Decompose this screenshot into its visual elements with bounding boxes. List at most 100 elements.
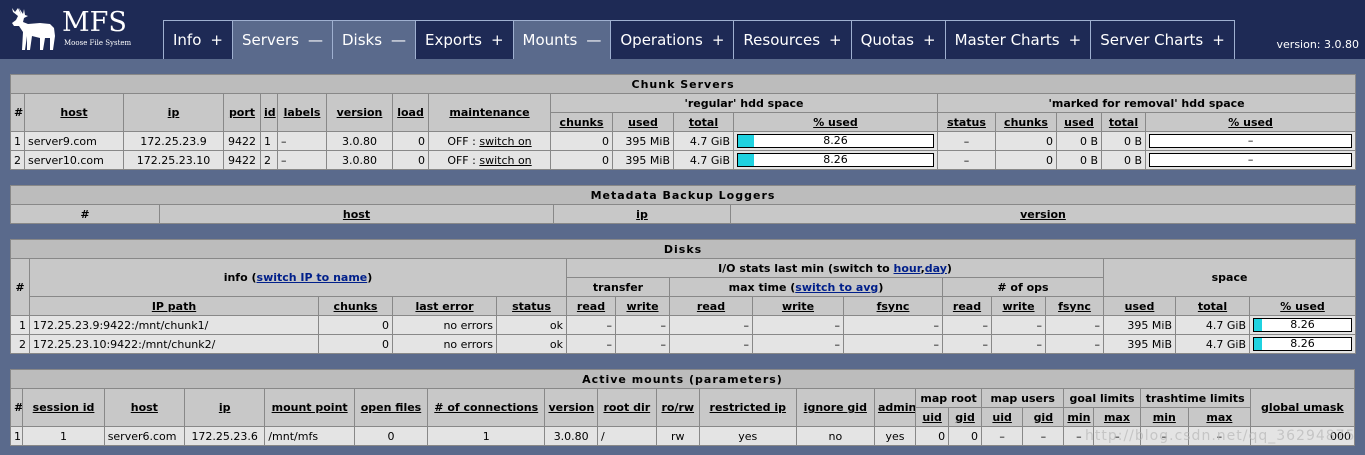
col-port[interactable]: port xyxy=(223,93,261,132)
row-transfer-read: – xyxy=(566,315,616,335)
row-trash-min: – xyxy=(1139,426,1190,446)
col-used[interactable]: used xyxy=(1103,296,1176,316)
col-chunks[interactable]: chunks xyxy=(550,112,613,132)
col-total[interactable]: total xyxy=(1175,296,1250,316)
tab-resources[interactable]: Resources + xyxy=(733,20,852,59)
row-num: 2 xyxy=(10,334,30,354)
col-maintenance[interactable]: maintenance xyxy=(428,93,551,132)
col-map-users-gid[interactable]: gid xyxy=(1022,407,1065,427)
tab-master-charts[interactable]: Master Charts + xyxy=(944,20,1092,59)
col-map-root-gid[interactable]: gid xyxy=(948,407,983,427)
row-total: 4.7 GiB xyxy=(1175,334,1250,354)
col-status[interactable]: status xyxy=(496,296,567,316)
col-admin[interactable]: admin xyxy=(873,388,917,427)
tab-exports[interactable]: Exports + xyxy=(415,20,514,59)
col-global-umask[interactable]: global umask xyxy=(1249,388,1356,427)
col-chunks[interactable]: chunks xyxy=(318,296,393,316)
col-restricted-ip[interactable]: restricted ip xyxy=(698,388,797,427)
col-transfer-read[interactable]: read xyxy=(566,296,616,316)
removal-usage-bar: – xyxy=(1149,134,1353,148)
col-maxtime-fsync[interactable]: fsync xyxy=(843,296,943,316)
row-root-dir: / xyxy=(596,426,657,446)
collapse-icon: — xyxy=(391,31,407,49)
switch-on-link[interactable]: switch on xyxy=(479,135,531,148)
day-link[interactable]: day xyxy=(925,262,947,275)
mfs-logo[interactable]: MFS Moose File System xyxy=(10,6,131,54)
col-removal-total[interactable]: total xyxy=(1101,112,1146,132)
tab-server-charts[interactable]: Server Charts + xyxy=(1090,20,1235,59)
row-ops-read: – xyxy=(942,334,992,354)
tab-label: Quotas xyxy=(860,31,914,49)
switch-on-link[interactable]: switch on xyxy=(479,154,531,167)
usage-bar-fill xyxy=(1254,319,1263,331)
col-host[interactable]: host xyxy=(103,388,186,427)
col-maxtime-write[interactable]: write xyxy=(752,296,844,316)
col-used[interactable]: used xyxy=(612,112,674,132)
col-load[interactable]: load xyxy=(392,93,429,132)
row-session-id: 1 xyxy=(22,426,105,446)
col-open-files[interactable]: open files xyxy=(353,388,429,427)
col-ops-write[interactable]: write xyxy=(991,296,1046,316)
col-version[interactable]: version xyxy=(326,93,393,132)
col-host[interactable]: host xyxy=(159,204,554,224)
tab-servers[interactable]: Servers — xyxy=(231,20,333,59)
col-ip[interactable]: ip xyxy=(553,204,731,224)
col-version[interactable]: version xyxy=(729,204,1357,224)
col-transfer-write[interactable]: write xyxy=(615,296,670,316)
col-connections[interactable]: # of connections xyxy=(427,388,546,427)
col-goal-max[interactable]: max xyxy=(1093,407,1141,427)
max-time-header: max time (switch to avg) xyxy=(669,277,943,297)
tab-operations[interactable]: Operations + xyxy=(610,20,735,59)
col-ignore-gid[interactable]: ignore gid xyxy=(795,388,875,427)
row-used: 395 MiB xyxy=(1103,334,1176,354)
col-host[interactable]: host xyxy=(24,93,124,132)
col-ip-path[interactable]: IP path xyxy=(29,296,319,316)
switch-ip-to-name-link[interactable]: switch IP to name xyxy=(257,271,368,284)
col-mount-point[interactable]: mount point xyxy=(264,388,355,427)
col-ip[interactable]: ip xyxy=(123,93,224,132)
col-ops-read[interactable]: read xyxy=(942,296,992,316)
io-stats-header: I/O stats last min (switch to hour,day) xyxy=(566,258,1104,278)
col-goal-min[interactable]: min xyxy=(1063,407,1095,427)
expand-icon: + xyxy=(711,31,725,49)
info-header: info (switch IP to name) xyxy=(29,258,567,297)
col-total[interactable]: total xyxy=(673,112,734,132)
col-map-users-uid[interactable]: uid xyxy=(981,407,1024,427)
col-pct-used[interactable]: % used xyxy=(733,112,938,132)
col-rorw[interactable]: ro/rw xyxy=(655,388,700,427)
row-status: ok xyxy=(496,315,567,335)
col-session-id[interactable]: session id xyxy=(22,388,105,427)
row-host: server9.com xyxy=(24,131,124,151)
col-version[interactable]: version xyxy=(544,388,598,427)
col-id[interactable]: id xyxy=(260,93,278,132)
table-row: 1 server9.com 172.25.23.9 9422 1 – 3.0.8… xyxy=(10,131,1357,151)
col-removal-pct-used[interactable]: % used xyxy=(1144,112,1357,132)
col-removal-used[interactable]: used xyxy=(1056,112,1102,132)
col-removal-chunks[interactable]: chunks xyxy=(995,112,1057,132)
row-removal-pct: – xyxy=(1144,150,1357,170)
tab-label: Info xyxy=(173,31,202,49)
col-maxtime-read[interactable]: read xyxy=(669,296,753,316)
row-last-error: no errors xyxy=(392,334,497,354)
row-admin: yes xyxy=(873,426,917,446)
row-goal-max: – xyxy=(1093,426,1141,446)
col-root-dir[interactable]: root dir xyxy=(596,388,657,427)
col-trash-max[interactable]: max xyxy=(1188,407,1251,427)
space-header: space xyxy=(1102,258,1357,297)
metadata-loggers-table: Metadata Backup Loggers # host ip versio… xyxy=(9,185,1357,224)
col-map-root-uid[interactable]: uid xyxy=(915,407,950,427)
col-ip[interactable]: ip xyxy=(184,388,266,427)
col-labels[interactable]: labels xyxy=(277,93,327,132)
tab-mounts[interactable]: Mounts — xyxy=(512,20,612,59)
tab-disks[interactable]: Disks — xyxy=(331,20,417,59)
col-pct-used[interactable]: % used xyxy=(1248,296,1357,316)
col-ops-fsync[interactable]: fsync xyxy=(1045,296,1104,316)
tab-quotas[interactable]: Quotas + xyxy=(850,20,946,59)
hour-link[interactable]: hour xyxy=(894,262,921,275)
col-trash-min[interactable]: min xyxy=(1139,407,1190,427)
col-last-error[interactable]: last error xyxy=(392,296,497,316)
tab-info[interactable]: Info + xyxy=(163,20,233,59)
chunk-servers-title: Chunk Servers xyxy=(9,74,1357,94)
switch-to-avg-link[interactable]: switch to avg xyxy=(795,281,878,294)
col-removal-status[interactable]: status xyxy=(937,112,996,132)
